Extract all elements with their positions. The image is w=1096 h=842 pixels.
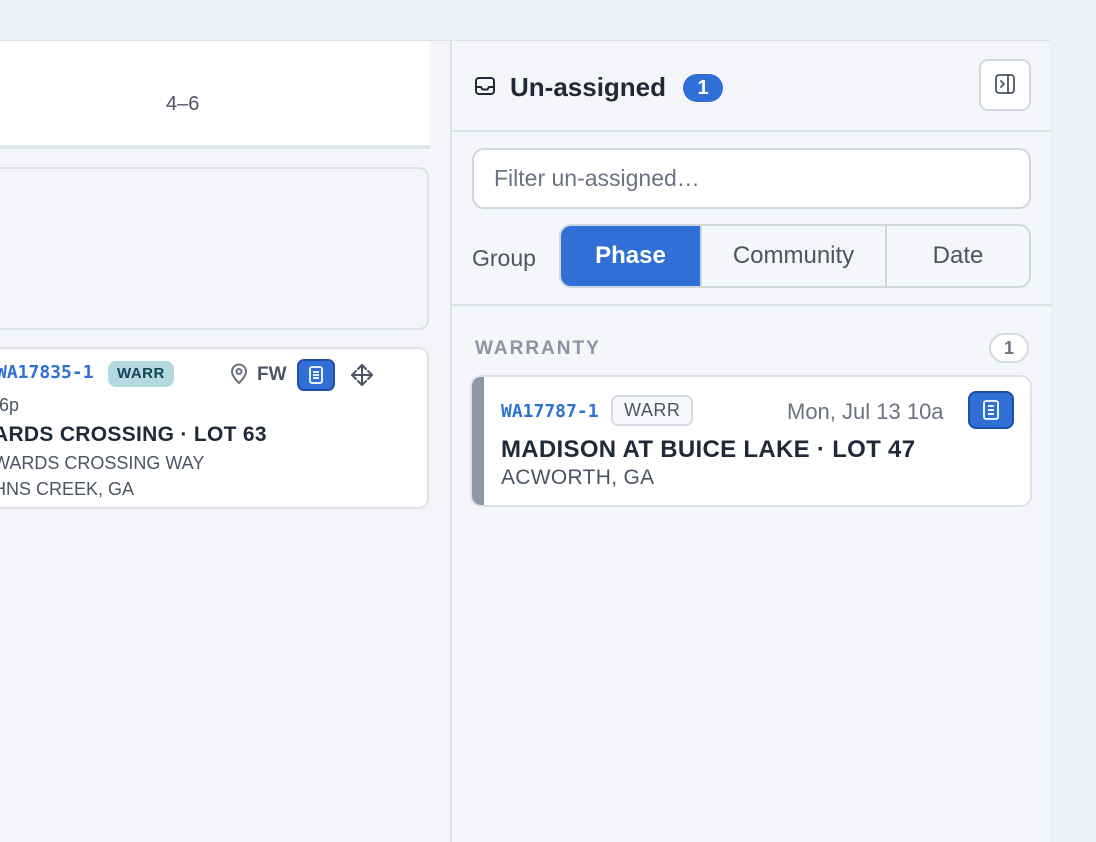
job-location: ACWORTH, GA: [501, 466, 655, 489]
job-time: -6p: [0, 395, 20, 415]
job-id[interactable]: WA17835-1: [0, 362, 94, 383]
schedule-board: 4–6 WA17835-1 WARR FW 6p ARDS CROSSING ·…: [0, 40, 452, 842]
collapse-panel-button[interactable]: [979, 59, 1031, 111]
job-address-city: HNS CREEK, GA: [0, 479, 135, 499]
phase-badge: WARR: [611, 395, 694, 426]
map-pin-icon: [229, 363, 249, 385]
phase-badge: WARR: [108, 361, 174, 387]
group-heading: WARRANTY: [475, 338, 601, 359]
status-bar: [472, 377, 484, 505]
job-title: MADISON AT BUICE LAKE · LOT 47: [501, 436, 916, 463]
group-option-community[interactable]: Community: [702, 226, 887, 286]
inbox-icon: [474, 75, 496, 97]
job-title: ARDS CROSSING · LOT 63: [0, 423, 267, 446]
unassigned-count-badge: 1: [683, 74, 723, 102]
column-header-label: 4–6: [166, 93, 200, 115]
job-address-street: WARDS CROSSING WAY: [0, 453, 205, 473]
document-icon[interactable]: [297, 359, 335, 391]
document-icon[interactable]: [968, 391, 1014, 429]
group-count-badge: 1: [989, 333, 1029, 363]
scheduled-job-card[interactable]: WA17835-1 WARR FW 6p ARDS CROSSING · LOT…: [0, 347, 429, 509]
unassigned-header: Un-assigned 1: [452, 41, 1052, 132]
panel-title: Un-assigned: [510, 72, 667, 102]
group-by-label: Group: [472, 245, 536, 271]
group-option-phase[interactable]: Phase: [561, 226, 702, 286]
crew-code: FW: [257, 364, 287, 385]
job-date: Mon, Jul 13 10a: [787, 399, 944, 424]
job-id[interactable]: WA17787-1: [501, 401, 599, 422]
group-by-segmented-control: Phase Community Date: [559, 224, 1031, 288]
day-column-header: 4–6: [0, 41, 430, 149]
divider: [452, 304, 1052, 306]
unassigned-panel: Un-assigned 1 Group Phase Community Date…: [450, 40, 1052, 842]
group-option-date[interactable]: Date: [887, 226, 1029, 286]
move-icon[interactable]: [349, 362, 375, 388]
collapse-panel-icon: [994, 73, 1016, 98]
empty-time-slot[interactable]: [0, 167, 429, 330]
unassigned-job-card[interactable]: WA17787-1 WARR Mon, Jul 13 10a MADISON A…: [470, 375, 1032, 507]
filter-input[interactable]: [472, 148, 1031, 209]
